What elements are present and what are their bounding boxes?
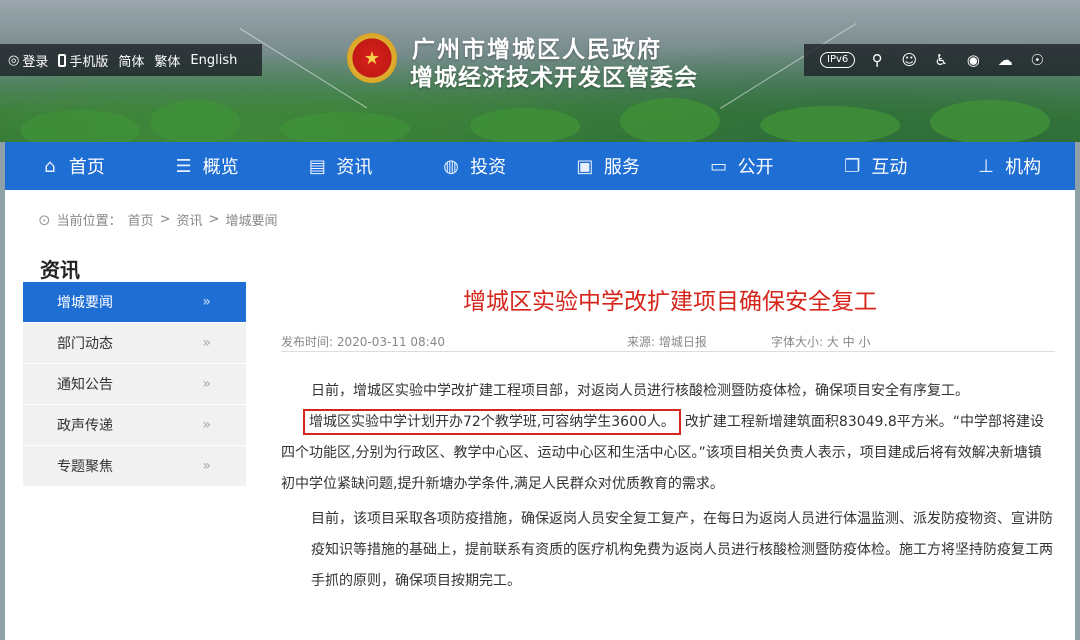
sidebar-item-department-news[interactable]: 部门动态 » xyxy=(23,323,246,363)
banner-leaf xyxy=(280,112,410,146)
article-meta: 发布时间: 2020-03-11 08:40 来源: 增城日报 字体大小: 大 … xyxy=(281,322,1055,352)
sidebar-item-label: 部门动态 xyxy=(57,336,113,352)
article-paragraph: 增城区实验中学计划开办72个教学班,可容纳学生3600人。 改扩建工程新增建筑面积… xyxy=(281,407,1055,500)
breadcrumb: ⊙ 当前位置： 首页 > 资讯 > 增城要闻 xyxy=(38,210,277,230)
breadcrumb-current[interactable]: 增城要闻 xyxy=(225,210,277,229)
sidebar-item-special-topics[interactable]: 专题聚焦 » xyxy=(23,446,246,486)
user-icon: ◎ xyxy=(8,52,20,68)
nav-label: 投资 xyxy=(470,157,507,178)
chevron-right-icon: » xyxy=(202,294,211,310)
highlighted-sentence: 增城区实验中学计划开办72个教学班,可容纳学生3600人。 xyxy=(303,409,681,435)
font-size-control[interactable]: 字体大小: 大 中 小 xyxy=(771,333,871,350)
breadcrumb-separator: > xyxy=(208,212,220,227)
breadcrumb-home[interactable]: 首页 xyxy=(128,210,154,229)
chevron-right-icon: » xyxy=(202,417,211,433)
article-title: 增城区实验中学改扩建项目确保安全复工 xyxy=(463,289,877,315)
article-source: 来源: 增城日报 xyxy=(627,335,707,349)
home-icon: ⌂ xyxy=(44,155,56,177)
rss-icon[interactable]: ☉ xyxy=(1027,50,1047,70)
english-link[interactable]: English xyxy=(190,53,237,68)
article-paragraph: 目前，该项目采取各项防疫措施，确保返岗人员安全复工复产，在每日为返岗人员进行体温… xyxy=(311,511,1053,589)
banner-leaf xyxy=(620,98,720,144)
banner-leaf xyxy=(930,100,1050,144)
briefcase-icon: ▣ xyxy=(576,155,594,177)
chevron-right-icon: » xyxy=(202,458,211,474)
nav-overview[interactable]: ☰ 概览 xyxy=(139,142,273,190)
sidebar-item-label: 专题聚焦 xyxy=(57,459,113,475)
sidebar-item-label: 增城要闻 xyxy=(57,295,113,311)
sidebar-title: 资讯 xyxy=(40,258,80,282)
site-title-line2: 增城经济技术开发区管委会 xyxy=(410,65,698,91)
org-icon: ⊥ xyxy=(978,155,994,177)
utility-bar-left: ◎ 登录 手机版 简体 繁体 English xyxy=(0,44,262,76)
banner-leaf xyxy=(760,106,900,144)
list-icon: ☰ xyxy=(175,155,192,177)
nav-news[interactable]: ▤ 资讯 xyxy=(273,142,407,190)
chevron-right-icon: » xyxy=(202,376,211,392)
breadcrumb-news[interactable]: 资讯 xyxy=(177,210,203,229)
utility-bar-right: IPv6 ⚲ ☺ ♿ ◉ ☁ ☉ xyxy=(804,44,1080,76)
national-emblem-icon: ★ xyxy=(347,33,397,83)
elderly-mode-icon[interactable]: ☺ xyxy=(899,50,919,70)
mobile-label: 手机版 xyxy=(69,54,109,70)
sidebar: 增城要闻 » 部门动态 » 通知公告 » 政声传递 » 专题聚焦 » xyxy=(23,282,246,487)
nav-label: 资讯 xyxy=(336,157,373,178)
sidebar-item-zengcheng-news[interactable]: 增城要闻 » xyxy=(23,282,246,322)
nav-label: 概览 xyxy=(202,157,239,178)
breadcrumb-separator: > xyxy=(159,212,171,227)
nav-label: 互动 xyxy=(871,157,908,178)
nav-label: 服务 xyxy=(603,157,640,178)
nav-interact[interactable]: ❐ 互动 xyxy=(808,142,942,190)
login-label: 登录 xyxy=(22,54,49,70)
sidebar-item-government-voice[interactable]: 政声传递 » xyxy=(23,405,246,445)
sidebar-item-label: 通知公告 xyxy=(57,377,113,393)
nav-invest[interactable]: ◍ 投资 xyxy=(406,142,540,190)
main-nav: ⌂ 首页 ☰ 概览 ▤ 资讯 ◍ 投资 ▣ 服务 ▭ 公开 ❐ 互动 ⊥ 机构 xyxy=(5,142,1075,190)
publish-time: 发布时间: 2020-03-11 08:40 xyxy=(281,335,445,349)
nav-label: 机构 xyxy=(1005,157,1042,178)
monitor-icon: ▭ xyxy=(710,155,728,177)
simplified-link[interactable]: 简体 xyxy=(118,51,144,70)
login-link[interactable]: ◎ 登录 xyxy=(8,51,48,70)
accessibility-icon[interactable]: ♿ xyxy=(931,50,951,70)
nav-label: 首页 xyxy=(68,157,105,178)
article-paragraph: 日前，增城区实验中学改扩建工程项目部，对返岗人员进行核酸检测暨防疫体检，确保项目… xyxy=(311,383,969,399)
banner-leaf xyxy=(150,100,240,144)
nav-home[interactable]: ⌂ 首页 xyxy=(5,142,139,190)
nav-label: 公开 xyxy=(737,157,774,178)
globe-icon: ◍ xyxy=(443,155,459,177)
nav-org[interactable]: ⊥ 机构 xyxy=(941,142,1075,190)
breadcrumb-prefix: 当前位置： xyxy=(56,214,122,229)
phone-icon xyxy=(58,53,67,67)
sidebar-item-notices[interactable]: 通知公告 » xyxy=(23,364,246,404)
search-icon[interactable]: ⚲ xyxy=(867,50,887,70)
chat-icon: ❐ xyxy=(844,155,861,177)
location-pin-icon: ⊙ xyxy=(38,210,51,229)
banner-leaf xyxy=(470,108,580,144)
sidebar-item-label: 政声传递 xyxy=(57,418,113,434)
article-body: 日前，增城区实验中学改扩建工程项目部，对返岗人员进行核酸检测暨防疫体检，确保项目… xyxy=(281,376,1055,597)
ipv6-badge: IPv6 xyxy=(820,52,856,68)
traditional-link[interactable]: 繁体 xyxy=(154,51,180,70)
nav-public[interactable]: ▭ 公开 xyxy=(674,142,808,190)
news-icon: ▤ xyxy=(308,155,326,177)
weibo-icon[interactable]: ◉ xyxy=(963,50,983,70)
content-panel: ⊙ 当前位置： 首页 > 资讯 > 增城要闻 资讯 增城要闻 » 部门动态 » … xyxy=(5,190,1075,640)
chevron-right-icon: » xyxy=(202,335,211,351)
nav-service[interactable]: ▣ 服务 xyxy=(540,142,674,190)
wechat-icon[interactable]: ☁ xyxy=(995,50,1015,70)
mobile-link[interactable]: 手机版 xyxy=(58,51,108,70)
